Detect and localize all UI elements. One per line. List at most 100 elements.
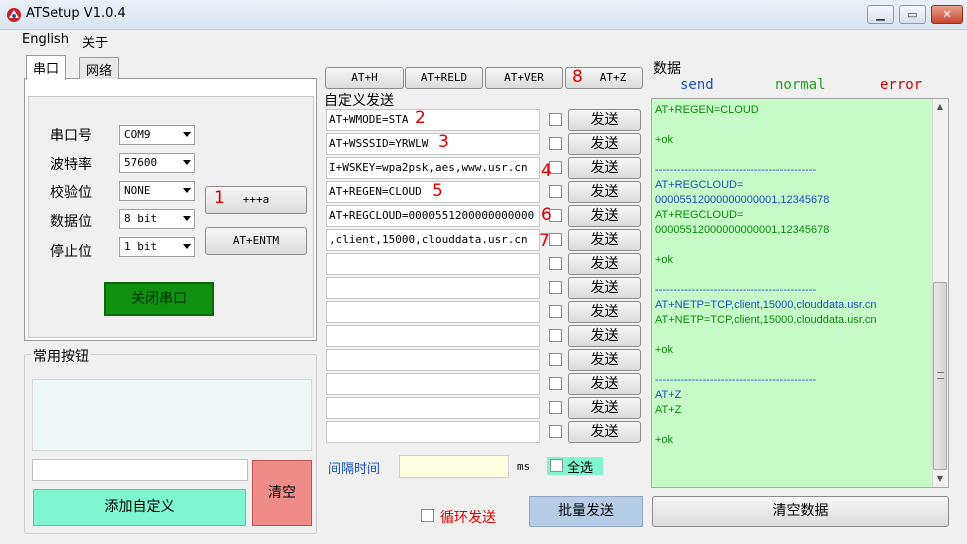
command-checkbox-11[interactable] — [549, 353, 562, 366]
data-log-line: ----------------------------------------… — [655, 164, 817, 176]
parity-select[interactable]: NONE — [119, 181, 195, 201]
send-button-13[interactable]: 发送 — [568, 397, 641, 419]
parity-label: 校验位 — [50, 185, 92, 201]
command-input-9[interactable] — [326, 301, 540, 323]
select-all-checkbox[interactable] — [550, 459, 563, 472]
send-button-10[interactable]: 发送 — [568, 325, 641, 347]
window-title: ATSetup V1.0.4 — [26, 6, 126, 21]
batch-send-button[interactable]: 批量发送 — [529, 496, 643, 527]
command-input-1[interactable]: AT+WMODE=STA — [326, 109, 540, 131]
annotation-7: 7 — [539, 231, 550, 251]
menu-about[interactable]: 关于 — [80, 32, 110, 51]
baud-select[interactable]: 57600 — [119, 153, 195, 173]
send-button-14[interactable]: 发送 — [568, 421, 641, 443]
tab-network[interactable]: 网络 — [79, 57, 120, 79]
command-input-5[interactable]: AT+REGCLOUD=0000551200000000000 — [326, 205, 540, 227]
send-button-7[interactable]: 发送 — [568, 253, 641, 275]
maximize-button[interactable]: ▭ — [899, 5, 926, 24]
loop-send-checkbox[interactable] — [421, 509, 434, 522]
send-button-1[interactable]: 发送 — [568, 109, 641, 131]
command-input-10[interactable] — [326, 325, 540, 347]
annotation-1: 1 — [214, 188, 225, 208]
legend-send: send — [680, 77, 714, 93]
send-button-8[interactable]: 发送 — [568, 277, 641, 299]
annotation-8: 8 — [572, 67, 583, 87]
data-title: 数据 — [653, 61, 681, 77]
clear-button[interactable]: 清空 — [252, 460, 312, 526]
at-entm-button[interactable]: AT+ENTM — [205, 227, 307, 255]
interval-input[interactable] — [399, 455, 509, 478]
menu-english[interactable]: English — [20, 32, 71, 47]
send-button-9[interactable]: 发送 — [568, 301, 641, 323]
scroll-up-icon[interactable]: ▲ — [932, 99, 948, 115]
command-input-14[interactable] — [326, 421, 540, 443]
data-log-line — [655, 358, 932, 373]
send-button-2[interactable]: 发送 — [568, 133, 641, 155]
data-log-line — [655, 328, 932, 343]
command-checkbox-6[interactable] — [549, 233, 562, 246]
send-button-6[interactable]: 发送 — [568, 229, 641, 251]
command-input-13[interactable] — [326, 397, 540, 419]
chevron-down-icon — [183, 160, 191, 165]
chevron-down-icon — [183, 244, 191, 249]
close-icon: ✕ — [942, 8, 952, 21]
close-button[interactable]: ✕ — [931, 5, 963, 24]
app-logo-icon — [7, 8, 21, 22]
databits-label: 数据位 — [50, 214, 92, 230]
command-checkbox-1[interactable] — [549, 113, 562, 126]
data-log-lines: AT+REGEN=CLOUD +ok -----------------------… — [655, 103, 932, 448]
data-log-line: AT+Z — [655, 389, 682, 401]
custom-command-input[interactable] — [32, 459, 248, 481]
data-log-line: 00005512000000000001,12345678 — [655, 194, 830, 206]
send-button-3[interactable]: 发送 — [568, 157, 641, 179]
common-buttons-list — [32, 379, 312, 451]
data-log[interactable]: AT+REGEN=CLOUD +ok -----------------------… — [651, 98, 949, 488]
command-checkbox-2[interactable] — [549, 137, 562, 150]
send-button-11[interactable]: 发送 — [568, 349, 641, 371]
command-input-3[interactable]: I+WSKEY=wpa2psk,aes,www.usr.cn — [326, 157, 540, 179]
data-log-line — [655, 238, 932, 253]
command-input-11[interactable] — [326, 349, 540, 371]
at-ver-button[interactable]: AT+VER — [485, 67, 563, 89]
at-reld-button[interactable]: AT+RELD — [405, 67, 483, 89]
command-checkbox-14[interactable] — [549, 425, 562, 438]
databits-value: 8 bit — [124, 212, 158, 225]
command-checkbox-13[interactable] — [549, 401, 562, 414]
data-log-line: +ok — [655, 434, 674, 446]
send-button-5[interactable]: 发送 — [568, 205, 641, 227]
port-select[interactable]: COM9 — [119, 125, 195, 145]
custom-send-title: 自定义发送 — [324, 93, 394, 109]
command-input-8[interactable] — [326, 277, 540, 299]
annotation-2: 2 — [415, 108, 426, 128]
baud-label: 波特率 — [50, 157, 92, 173]
stopbits-select[interactable]: 1 bit — [119, 237, 195, 257]
command-input-12[interactable] — [326, 373, 540, 395]
command-checkbox-10[interactable] — [549, 329, 562, 342]
at-h-button[interactable]: AT+H — [325, 67, 404, 89]
command-checkbox-9[interactable] — [549, 305, 562, 318]
at-entm-label: AT+ENTM — [232, 234, 280, 247]
close-port-button[interactable]: 关闭串口 — [104, 282, 214, 316]
command-checkbox-7[interactable] — [549, 257, 562, 270]
chevron-down-icon — [183, 188, 191, 193]
send-button-4[interactable]: 发送 — [568, 181, 641, 203]
add-custom-button[interactable]: 添加自定义 — [33, 489, 246, 526]
minimize-button[interactable]: ▁ — [867, 5, 894, 24]
title-bar — [0, 0, 967, 30]
databits-select[interactable]: 8 bit — [119, 209, 195, 229]
command-checkbox-12[interactable] — [549, 377, 562, 390]
scroll-down-icon[interactable]: ▼ — [932, 471, 948, 487]
legend-error: error — [880, 77, 923, 93]
minimize-icon: ▁ — [876, 8, 885, 21]
baud-value: 57600 — [124, 156, 158, 169]
command-input-7[interactable] — [326, 253, 540, 275]
command-checkbox-8[interactable] — [549, 281, 562, 294]
command-checkbox-4[interactable] — [549, 185, 562, 198]
parity-value: NONE — [124, 184, 151, 197]
clear-data-button[interactable]: 清空数据 — [652, 496, 949, 527]
tab-serial[interactable]: 串口 — [26, 55, 67, 80]
command-input-6[interactable]: ,client,15000,clouddata.usr.cn — [326, 229, 540, 251]
data-log-line: +ok — [655, 134, 674, 146]
send-button-12[interactable]: 发送 — [568, 373, 641, 395]
command-input-2[interactable]: AT+WSSSID=YRWLW — [326, 133, 540, 155]
